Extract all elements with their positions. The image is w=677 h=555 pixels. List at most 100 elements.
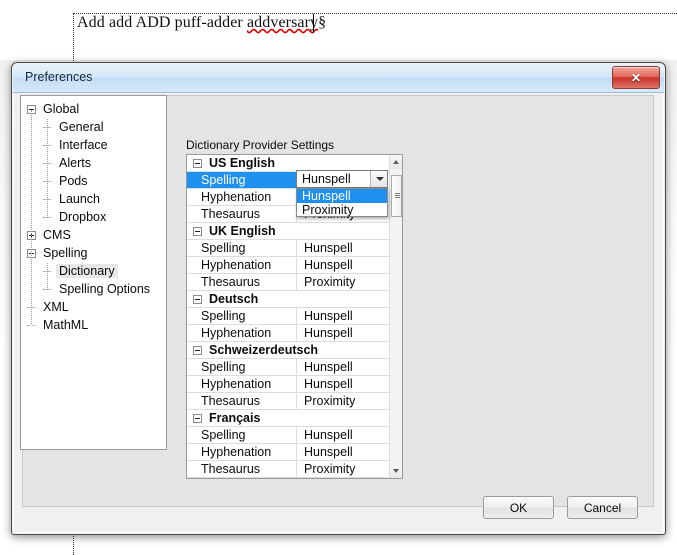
grid-row-name[interactable]: Thesaurus bbox=[187, 461, 297, 477]
tree-connector bbox=[31, 110, 32, 324]
tree-item-label: CMS bbox=[43, 228, 71, 242]
grid-row-name[interactable]: Hyphenation bbox=[187, 189, 297, 205]
grid-row-value[interactable]: Proximity bbox=[297, 274, 389, 290]
grid-row-name[interactable]: Hyphenation bbox=[187, 325, 297, 341]
tree-item-alerts[interactable]: Alerts bbox=[56, 154, 94, 172]
grid-group-header[interactable]: Français bbox=[187, 410, 389, 427]
grid-group-label: Schweizerdeutsch bbox=[209, 343, 319, 357]
collapse-icon[interactable] bbox=[193, 295, 202, 304]
grid-row-name[interactable]: Spelling bbox=[187, 359, 297, 375]
grid-group-label: Deutsch bbox=[209, 292, 259, 306]
grid-row[interactable]: HyphenationHunspell bbox=[187, 444, 389, 461]
tree-connector bbox=[47, 119, 48, 218]
tree-item-label: Spelling bbox=[43, 246, 88, 260]
tree-item-dropbox[interactable]: Dropbox bbox=[56, 208, 109, 226]
tree-item-label: Dropbox bbox=[59, 210, 107, 224]
tree-item-label: Alerts bbox=[59, 156, 91, 170]
grid-row-value[interactable]: Hunspell bbox=[297, 376, 389, 392]
grid-row-name[interactable]: Spelling bbox=[187, 172, 297, 188]
grid-row-name[interactable]: Hyphenation bbox=[187, 444, 297, 460]
close-button[interactable]: ✕ bbox=[612, 66, 660, 89]
tree-item-global[interactable]: Global bbox=[40, 100, 82, 118]
grid-row[interactable]: SpellingHunspell bbox=[187, 240, 389, 257]
combobox-option[interactable]: Hunspell bbox=[297, 189, 387, 203]
grid-row[interactable]: SpellingHunspell bbox=[187, 359, 389, 376]
grid-row[interactable]: ThesaurusProximity bbox=[187, 393, 389, 410]
grid-row[interactable]: ThesaurusProximity bbox=[187, 274, 389, 291]
tree-item-label: Interface bbox=[59, 138, 108, 152]
grid-row-value[interactable]: Proximity bbox=[297, 461, 389, 477]
grid-group-label: UK English bbox=[209, 224, 276, 238]
tree-item-interface[interactable]: Interface bbox=[56, 136, 111, 154]
grid-row-name[interactable]: Hyphenation bbox=[187, 257, 297, 273]
grid-row[interactable]: SpellingHunspell bbox=[187, 427, 389, 444]
tree-item-label: Dictionary bbox=[56, 264, 118, 278]
tree-item-dictionary[interactable]: Dictionary bbox=[56, 262, 118, 280]
grid-row[interactable]: ThesaurusProximity bbox=[187, 461, 389, 478]
grid-row-value[interactable]: Hunspell bbox=[297, 325, 389, 341]
grid-row-value[interactable]: Hunspell bbox=[297, 427, 389, 443]
scroll-up-arrow-icon[interactable] bbox=[390, 155, 402, 169]
dialog-titlebar[interactable]: Preferences ✕ bbox=[13, 64, 664, 93]
grid-row-name[interactable]: Thesaurus bbox=[187, 393, 297, 409]
grid-group-header[interactable]: Deutsch bbox=[187, 291, 389, 308]
grid-row[interactable]: SpellingHunspell bbox=[187, 308, 389, 325]
grid-vertical-scrollbar[interactable] bbox=[389, 155, 402, 478]
grid-row-name[interactable]: Spelling bbox=[187, 427, 297, 443]
tree-item-xml[interactable]: XML bbox=[40, 298, 72, 316]
grid-row[interactable]: HyphenationHunspell bbox=[187, 325, 389, 342]
grid-row-name[interactable]: Spelling bbox=[187, 308, 297, 324]
dialog-title: Preferences bbox=[25, 70, 93, 84]
misspelled-word: addversary bbox=[246, 14, 319, 31]
cancel-button[interactable]: Cancel bbox=[567, 496, 638, 519]
tree-item-label: Global bbox=[43, 102, 80, 116]
tree-item-label: XML bbox=[43, 300, 69, 314]
tree-item-mathml[interactable]: MathML bbox=[40, 316, 91, 334]
tree-item-label: Spelling Options bbox=[59, 282, 151, 296]
tree-item-cms[interactable]: CMS bbox=[40, 226, 74, 244]
tree-item-label: Pods bbox=[59, 174, 88, 188]
collapse-icon[interactable] bbox=[193, 414, 202, 423]
ok-button[interactable]: OK bbox=[483, 496, 554, 519]
grid-row-name[interactable]: Hyphenation bbox=[187, 376, 297, 392]
grid-row-value[interactable]: Hunspell bbox=[297, 444, 389, 460]
preferences-tree[interactable]: Global General Interface Alerts Pods Launch Dr… bbox=[20, 95, 167, 450]
grid-row-value[interactable]: Hunspell bbox=[297, 308, 389, 324]
collapse-icon[interactable] bbox=[193, 346, 202, 355]
tree-item-spelling-options[interactable]: Spelling Options bbox=[56, 280, 153, 298]
grid-row[interactable]: HyphenationHunspell bbox=[187, 376, 389, 393]
provider-combobox-popup[interactable]: Hunspell Proximity bbox=[296, 188, 388, 217]
tree-item-spelling[interactable]: Spelling bbox=[40, 244, 90, 262]
grid-row-name[interactable]: Thesaurus bbox=[187, 206, 297, 222]
collapse-icon[interactable] bbox=[193, 159, 202, 168]
document-text-line[interactable]: Add add ADD puff-adder addversary§ bbox=[77, 14, 326, 32]
tree-item-pods[interactable]: Pods bbox=[56, 172, 91, 190]
grid-row-name[interactable]: Spelling bbox=[187, 240, 297, 256]
combobox-option[interactable]: Proximity bbox=[297, 203, 387, 217]
grid-row-value[interactable]: Hunspell bbox=[297, 359, 389, 375]
tree-connector bbox=[47, 263, 48, 290]
tree-item-label: Launch bbox=[59, 192, 101, 206]
chevron-down-icon[interactable] bbox=[370, 171, 387, 187]
pane-title: Dictionary Provider Settings bbox=[186, 138, 335, 152]
tree-item-launch[interactable]: Launch bbox=[56, 190, 103, 208]
pilcrow-mark: § bbox=[318, 14, 327, 31]
scroll-down-arrow-icon[interactable] bbox=[390, 464, 402, 478]
text-caret bbox=[313, 14, 314, 33]
grid-row-value[interactable]: Hunspell bbox=[297, 240, 389, 256]
grid-group-label: Français bbox=[209, 411, 261, 425]
tree-item-label: General bbox=[59, 120, 104, 134]
grid-row-value[interactable]: Hunspell bbox=[297, 257, 389, 273]
close-icon: ✕ bbox=[630, 70, 642, 85]
grid-group-label: US English bbox=[209, 156, 275, 170]
grid-row-name[interactable]: Thesaurus bbox=[187, 274, 297, 290]
grid-group-header[interactable]: Schweizerdeutsch bbox=[187, 342, 389, 359]
grid-row[interactable]: HyphenationHunspell bbox=[187, 257, 389, 274]
scrollbar-thumb[interactable] bbox=[391, 175, 402, 217]
grid-group-header[interactable]: UK English bbox=[187, 223, 389, 240]
collapse-icon[interactable] bbox=[193, 227, 202, 236]
provider-combobox[interactable]: Hunspell bbox=[296, 170, 388, 188]
combobox-value: Hunspell bbox=[302, 172, 351, 186]
tree-item-general[interactable]: General bbox=[56, 118, 106, 136]
grid-row-value[interactable]: Proximity bbox=[297, 393, 389, 409]
